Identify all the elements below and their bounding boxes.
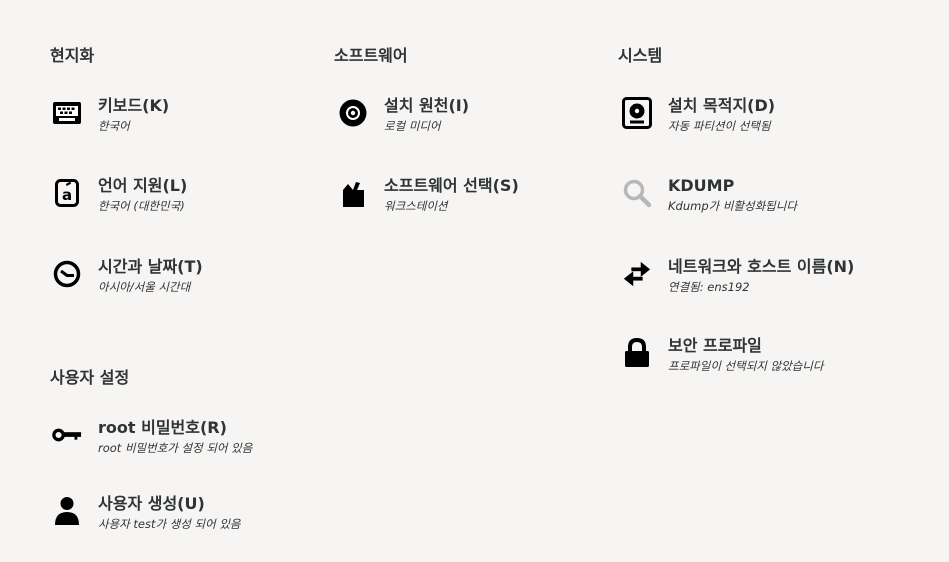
software-selection-status: 워크스테이션 [384, 199, 448, 213]
root-password-spoke[interactable]: root 비밀번호(R) root 비밀번호가 설정 되어 있음 [52, 418, 322, 456]
key-icon [52, 420, 82, 450]
package-icon [338, 178, 368, 208]
disc-icon [338, 98, 368, 128]
installation-source-spoke[interactable]: 설치 원천(I) 로컬 미디어 [338, 96, 608, 134]
kdump-label: KDUMP [668, 176, 735, 195]
user-creation-status: 사용자 test가 생성 되어 있음 [98, 517, 241, 531]
search-icon [622, 178, 652, 208]
software-selection-label: 소프트웨어 선택(S) [384, 176, 519, 195]
localization-section-title: 현지화 [50, 46, 95, 65]
keyboard-status: 한국어 [98, 119, 130, 133]
keyboard-label: 키보드(K) [98, 96, 170, 115]
keyboard-spoke[interactable]: 키보드(K) 한국어 [52, 96, 322, 134]
installation-destination-spoke[interactable]: 설치 목적지(D) 자동 파티션이 선택됨 [622, 96, 892, 134]
time-date-spoke[interactable]: 시간과 날짜(T) 아시아/서울 시간대 [52, 257, 322, 295]
svg-text:a: a [62, 186, 72, 204]
installation-destination-status: 자동 파티션이 선택됨 [668, 119, 771, 133]
user-creation-label: 사용자 생성(U) [98, 494, 205, 513]
software-section-title: 소프트웨어 [334, 46, 408, 65]
software-selection-spoke[interactable]: 소프트웨어 선택(S) 워크스테이션 [338, 176, 608, 214]
root-password-status: root 비밀번호가 설정 되어 있음 [98, 441, 253, 455]
installation-destination-label: 설치 목적지(D) [668, 96, 776, 115]
kdump-status: Kdump가 비활성화됩니다 [668, 199, 797, 213]
language-label: 언어 지원(L) [98, 176, 188, 195]
security-profile-status: 프로파일이 선택되지 않았습니다 [668, 359, 824, 373]
time-date-status: 아시아/서울 시간대 [98, 280, 191, 294]
network-arrows-icon [622, 259, 652, 289]
network-hostname-label: 네트워크와 호스트 이름(N) [668, 257, 855, 276]
harddisk-icon [622, 97, 652, 129]
user-icon [52, 496, 82, 526]
security-profile-label: 보안 프로파일 [668, 336, 762, 355]
installation-source-status: 로컬 미디어 [384, 119, 441, 133]
system-section-title: 시스템 [618, 46, 663, 65]
root-password-label: root 비밀번호(R) [98, 418, 227, 437]
user-creation-spoke[interactable]: 사용자 생성(U) 사용자 test가 생성 되어 있음 [52, 494, 322, 532]
language-icon: a [52, 178, 82, 208]
network-hostname-status: 연결됨: ens192 [668, 280, 750, 294]
kdump-spoke[interactable]: KDUMP Kdump가 비활성화됩니다 [622, 176, 892, 214]
user-settings-section-title: 사용자 설정 [50, 368, 130, 387]
lock-icon [622, 338, 652, 368]
installation-source-label: 설치 원천(I) [384, 96, 470, 115]
time-date-label: 시간과 날짜(T) [98, 257, 203, 276]
clock-icon [52, 259, 82, 289]
language-status: 한국어 (대한민국) [98, 199, 185, 213]
security-profile-spoke[interactable]: 보안 프로파일 프로파일이 선택되지 않았습니다 [622, 336, 892, 374]
keyboard-icon [52, 98, 82, 128]
language-spoke[interactable]: a 언어 지원(L) 한국어 (대한민국) [52, 176, 322, 214]
network-hostname-spoke[interactable]: 네트워크와 호스트 이름(N) 연결됨: ens192 [622, 257, 892, 295]
